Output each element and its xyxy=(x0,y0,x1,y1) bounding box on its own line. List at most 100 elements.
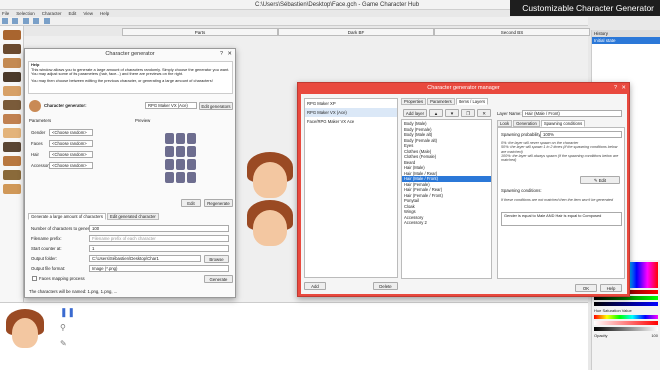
part-thumbnail[interactable] xyxy=(3,58,21,68)
part-thumbnail[interactable] xyxy=(3,170,21,180)
conditions-label: Spawning conditions: xyxy=(501,188,542,193)
sprite-preview xyxy=(165,133,199,193)
generator-icon xyxy=(29,100,41,112)
history-header: History xyxy=(592,30,660,37)
help-icon[interactable]: ? xyxy=(614,83,617,93)
history-item[interactable]: Initial state xyxy=(592,37,660,44)
param-accessory-label: Accessory xyxy=(31,163,51,168)
layer-item[interactable]: Accessory 2 xyxy=(402,220,491,226)
hsv-label: Hue Saturation Value xyxy=(594,308,632,313)
brand-banner: Customizable Character Generator xyxy=(510,0,660,16)
probability-field[interactable]: 100% xyxy=(540,131,622,138)
delete-layer-icon[interactable]: ✕ xyxy=(477,109,491,117)
move-up-icon[interactable]: ▲ xyxy=(429,109,443,117)
tab-parameters[interactable]: Parameters xyxy=(427,98,455,105)
generator-select[interactable]: RPG Maker VX (Ace) xyxy=(145,102,197,109)
edit-generators-button[interactable]: Edit generators xyxy=(199,102,233,110)
close-icon[interactable]: ✕ xyxy=(227,49,232,59)
save-icon[interactable] xyxy=(22,18,29,24)
spawning-panel: Spawning probability: 100% 0%: the layer… xyxy=(497,127,625,279)
window-title: C:\Users\Sébastien\Desktop\Face.gch - Ga… xyxy=(255,2,420,8)
part-thumbnail[interactable] xyxy=(3,142,21,152)
canvas-face-2 xyxy=(243,200,297,250)
delete-generator-button[interactable]: Delete xyxy=(373,282,398,290)
number-field[interactable]: 100 xyxy=(89,225,229,232)
regenerate-button[interactable]: Regenerate xyxy=(204,199,233,207)
blue-slider[interactable] xyxy=(594,302,658,306)
footer-note: The characters will be named: 1.png, 1.p… xyxy=(29,289,118,294)
part-thumbnail[interactable] xyxy=(3,156,21,166)
pause-icon[interactable]: ❚❚ xyxy=(60,307,75,318)
part-thumbnail[interactable] xyxy=(3,44,21,54)
probability-label: Spawning probability: xyxy=(501,132,542,137)
generate-button[interactable]: Generate xyxy=(204,275,233,283)
hue-slider[interactable] xyxy=(594,315,658,319)
tab-dark-bf[interactable]: Dark BF xyxy=(278,28,434,36)
part-thumbnail[interactable] xyxy=(3,86,21,96)
tab-edit-generated[interactable]: Edit generated character xyxy=(106,213,159,220)
parts-panel xyxy=(0,26,24,326)
tab-parts[interactable]: Parts xyxy=(122,28,278,36)
move-down-icon[interactable]: ▼ xyxy=(445,109,459,117)
hair-select[interactable]: <Choose random> xyxy=(49,151,93,158)
tab-look[interactable]: Look xyxy=(497,120,513,127)
value-slider[interactable] xyxy=(594,327,658,331)
tab-items-layers[interactable]: Items / Layers xyxy=(455,98,489,105)
faces-select[interactable]: <Choose random> xyxy=(49,140,93,147)
folder-field[interactable]: C:\Users\Sébastien\Desktop\Char1 xyxy=(89,255,201,262)
ok-button[interactable]: OK xyxy=(575,284,597,292)
redo-icon[interactable] xyxy=(43,18,50,24)
accessory-select[interactable]: <Choose random> xyxy=(49,162,93,169)
tab-second-bs[interactable]: Second BS xyxy=(434,28,590,36)
generator-manager-dialog: Character generator manager ? ✕ RPG Make… xyxy=(297,82,630,297)
gender-select[interactable]: <Choose random> xyxy=(49,129,93,136)
faces-mapping-checkbox[interactable] xyxy=(32,276,37,281)
edit-preview-button[interactable]: Edit xyxy=(181,199,201,207)
help-icon[interactable]: ? xyxy=(220,49,223,59)
manager-tabs: Properties Parameters Items / Layers xyxy=(401,98,489,105)
saturation-slider[interactable] xyxy=(594,321,658,325)
undo-icon[interactable] xyxy=(33,18,40,24)
add-generator-button[interactable]: Add xyxy=(304,282,326,290)
generator-item[interactable]: Face/RPG Maker VX Ace xyxy=(305,117,397,126)
close-icon[interactable]: ✕ xyxy=(621,83,626,93)
part-thumbnail[interactable] xyxy=(3,100,21,110)
new-icon[interactable] xyxy=(2,18,8,24)
help-box: Help This window allows you to generate … xyxy=(28,61,233,94)
add-layer-button[interactable]: Add layer xyxy=(403,109,427,117)
tab-generate-large[interactable]: Generate a large amount of characters xyxy=(28,213,106,220)
generator-item[interactable]: RPG Maker VX (Ace) xyxy=(305,108,397,117)
preview-label: Preview xyxy=(135,118,151,123)
prefix-field[interactable]: Filename prefix of each character xyxy=(89,235,229,242)
generator-label: Character generator: xyxy=(44,103,87,108)
counter-label: Start counter at: xyxy=(31,246,62,251)
generator-item[interactable]: RPG Maker XP xyxy=(305,99,397,108)
generators-list: RPG Maker XP RPG Maker VX (Ace) Face/RPG… xyxy=(304,98,398,278)
pen-icon[interactable]: ✎ xyxy=(60,339,67,348)
manager-body: RPG Maker XP RPG Maker VX (Ace) Face/RPG… xyxy=(301,94,627,294)
counter-field[interactable]: 1 xyxy=(89,245,229,252)
folder-label: Output folder: xyxy=(31,256,58,261)
conditions-box[interactable]: Gender is equal to Male AND Hair is equa… xyxy=(501,212,622,226)
edit-conditions-button[interactable]: ✎ Edit xyxy=(580,176,620,184)
tab-generation[interactable]: Generation xyxy=(513,120,540,127)
part-thumbnail[interactable] xyxy=(3,128,21,138)
browse-button[interactable]: Browse xyxy=(204,255,229,263)
parameters-label: Parameters xyxy=(29,118,52,123)
help-button[interactable]: Help xyxy=(600,284,622,292)
copy-layer-icon[interactable]: ❐ xyxy=(461,109,475,117)
tab-spawning-conditions[interactable]: Spawning conditions xyxy=(540,120,586,127)
part-thumbnail[interactable] xyxy=(3,30,21,40)
zoom-icon[interactable]: ⚲ xyxy=(60,323,66,332)
layer-name-field[interactable]: Hair (Male / Front) xyxy=(522,110,622,117)
tab-properties[interactable]: Properties xyxy=(401,98,427,105)
part-thumbnail[interactable] xyxy=(3,72,21,82)
generate-tabs: Generate a large amount of characters Ed… xyxy=(28,213,159,220)
part-thumbnail[interactable] xyxy=(3,114,21,124)
format-select[interactable]: Image (*.png) xyxy=(89,265,229,272)
open-icon[interactable] xyxy=(12,18,19,24)
part-thumbnail[interactable] xyxy=(3,184,21,194)
probability-notes: 0%: the layer will never spawn on the ch… xyxy=(501,141,619,163)
format-label: Output file format: xyxy=(31,266,66,271)
opacity-value[interactable]: 100 xyxy=(651,333,658,338)
